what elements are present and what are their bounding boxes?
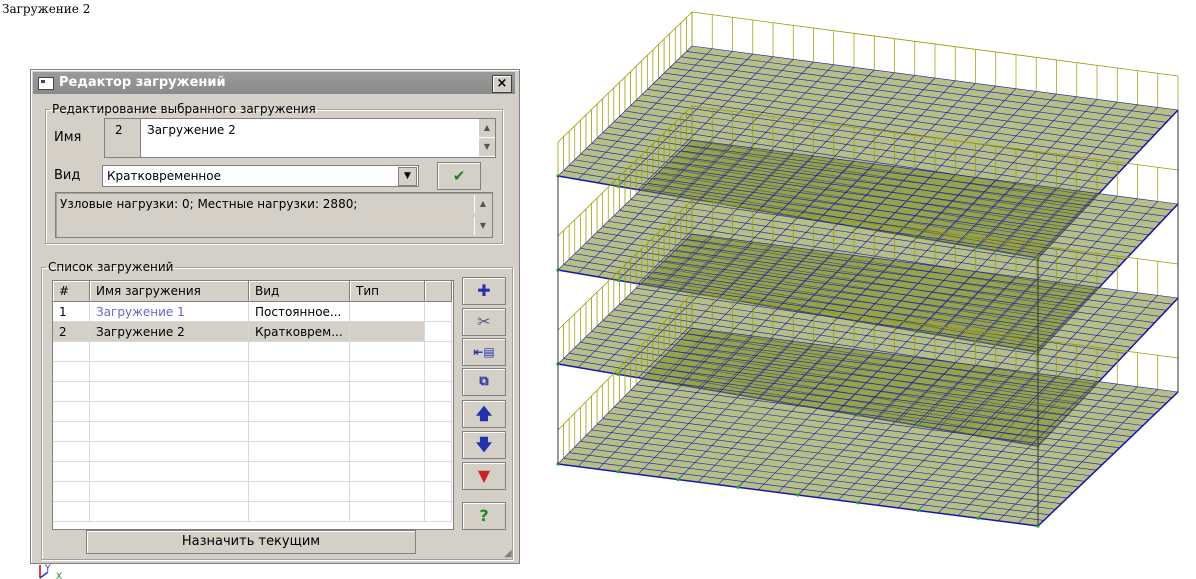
kind-label: Вид [54,168,81,183]
node-point [916,508,920,513]
kind-select[interactable]: Кратковременное ▼ [102,165,419,187]
filter-button[interactable]: ▼ [462,462,506,490]
copy-button[interactable]: ⧉ [462,368,506,396]
cut-button[interactable]: ✂ [462,308,506,336]
kind-value: Кратковременное [107,169,221,183]
load-info-text: Узловые нагрузки: 0; Местные нагрузки: 2… [60,197,358,211]
row-num: 2 [53,321,90,342]
row-name[interactable]: Загружение 1 [89,301,249,322]
move-down-icon: 🡇 [475,435,493,454]
help-button[interactable]: ? [462,502,506,530]
move-up-icon: 🡅 [475,404,493,423]
empty-row [53,501,452,522]
dialog-titlebar[interactable]: Редактор загружений × [33,72,515,94]
row-kind: Постоянное... [248,301,350,322]
add-button[interactable]: ✚ [462,277,506,305]
col-header-kind[interactable]: Вид [248,281,350,302]
empty-row [53,441,452,462]
check-icon: ✔ [452,167,466,185]
close-button[interactable]: × [492,75,512,93]
scroll-up-icon[interactable]: ▲ [478,119,495,137]
empty-row [53,401,452,422]
move-up-button[interactable]: 🡅 [462,400,506,428]
row-name[interactable]: Загружение 2 [89,321,249,342]
node-point [976,516,980,520]
col-header-type[interactable]: Тип [349,281,425,302]
empty-row [53,361,452,382]
empty-row [53,421,452,442]
node-point [616,470,620,474]
edit-group-legend: Редактирование выбранного загружения [52,102,316,116]
window-caption: Загружение 2 [2,2,91,16]
node-point [796,493,800,497]
row-type [349,321,425,342]
row-num: 1 [53,301,90,322]
table-row-selected[interactable]: 2 Загружение 2 Кратковрем... [53,321,452,342]
insert-button[interactable]: ⇤▤ [462,338,506,366]
dialog-app-icon [38,77,54,90]
scroll-down-icon[interactable]: ▼ [478,138,495,156]
insert-icon: ⇤▤ [473,345,495,359]
col-header-name[interactable]: Имя загружения [89,281,249,302]
resize-grip-icon[interactable]: ◢ [504,548,516,560]
row-kind: Кратковрем... [248,321,350,342]
row-filler [424,321,452,342]
name-label: Имя [54,130,82,145]
chevron-down-icon[interactable]: ▼ [398,167,417,186]
node-point [736,485,740,489]
copy-icon: ⧉ [479,374,489,389]
empty-row [53,381,452,402]
case-number: 2 [105,119,141,157]
apply-button[interactable]: ✔ [437,162,481,190]
assign-current-button[interactable]: Назначить текущим [86,530,416,554]
move-down-button[interactable]: 🡇 [462,431,506,459]
add-icon: ✚ [477,281,491,300]
empty-row [53,481,452,502]
empty-row [53,341,452,362]
node-point [856,501,860,505]
load-info-box: Узловые нагрузки: 0; Местные нагрузки: 2… [55,192,493,238]
row-filler [424,301,452,322]
help-icon: ? [479,506,489,525]
info-scroll-down-icon[interactable]: ▼ [474,217,491,235]
node-point [676,477,680,482]
model-3d-view[interactable] [550,10,1190,535]
filter-icon: ▼ [477,466,491,485]
cut-icon: ✂ [477,312,491,331]
load-case-table[interactable]: # Имя загружения Вид Тип 1 Загружение 1 … [52,280,454,530]
col-header-filler [424,281,452,302]
info-scroll-up-icon[interactable]: ▲ [474,195,491,213]
axis-x-label: X [56,572,62,579]
load-case-editor-dialog: Редактор загружений × Редактирование выб… [30,69,520,564]
list-group-legend: Список загружений [48,260,174,274]
name-value[interactable]: Загружение 2 [147,123,236,137]
name-field[interactable]: 2 Загружение 2 ▲ ▼ [104,118,496,158]
axis-indicator: Y X [39,564,62,579]
axis-y-label: Y [44,564,51,574]
table-header-row: # Имя загружения Вид Тип [53,281,452,302]
table-row[interactable]: 1 Загружение 1 Постоянное... [53,301,452,322]
dialog-title: Редактор загружений [59,75,226,90]
col-header-num[interactable]: # [53,281,90,302]
row-type [349,301,425,322]
empty-row [53,461,452,482]
